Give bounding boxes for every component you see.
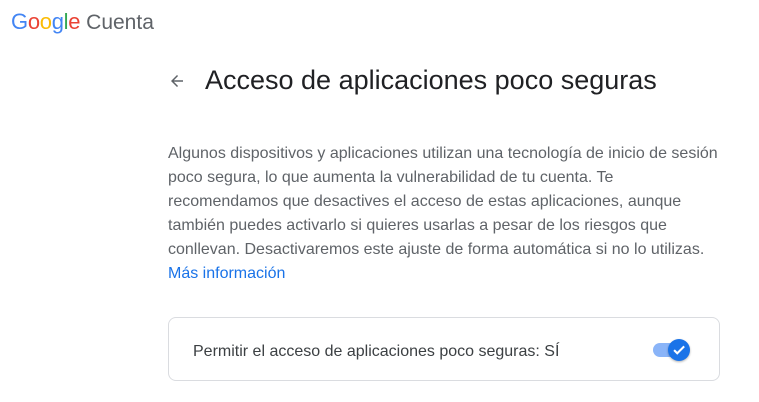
page-title: Acceso de aplicaciones poco seguras (205, 65, 657, 95)
logo-letter: G (11, 9, 28, 34)
logo-letter: o (27, 9, 40, 34)
google-wordmark: Google (11, 9, 80, 35)
arrow-back-icon (171, 75, 183, 87)
less-secure-apps-setting-card[interactable]: Permitir el acceso de aplicaciones poco … (168, 317, 720, 381)
description-text: Algunos dispositivos y aplicaciones util… (168, 145, 718, 258)
google-account-logo[interactable]: Google Cuenta (11, 9, 154, 35)
check-icon (673, 345, 685, 355)
product-name: Cuenta (86, 11, 154, 34)
allow-less-secure-apps-toggle[interactable] (653, 338, 691, 362)
back-button[interactable] (162, 66, 192, 96)
learn-more-link[interactable]: Más información (168, 262, 285, 286)
logo-letter: o (39, 9, 52, 34)
logo-letter: g (51, 9, 64, 34)
setting-label: Permitir el acceso de aplicaciones poco … (193, 343, 560, 360)
page: Google Cuenta Acceso de aplicaciones poc… (0, 0, 759, 402)
toggle-thumb (668, 339, 690, 361)
logo-letter: e (68, 9, 81, 34)
